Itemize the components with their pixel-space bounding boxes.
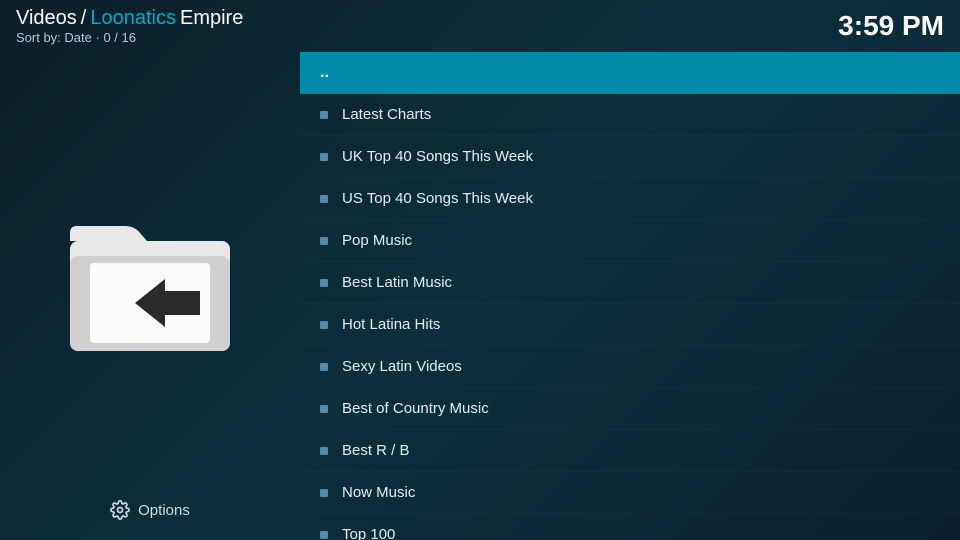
title-loonatics: Loonatics <box>90 7 176 30</box>
options-label: Options <box>138 502 190 519</box>
list-bullet-icon <box>320 489 328 497</box>
title-separator: / <box>81 7 87 30</box>
header-left: Videos / Loonatics Empire Sort by: Date … <box>16 7 243 45</box>
list-bullet-icon <box>320 321 328 329</box>
list-item-label: Top 100 <box>342 526 395 540</box>
list-item-label: Latest Charts <box>342 106 431 123</box>
list-bullet-icon <box>320 279 328 287</box>
list-bullet-icon <box>320 531 328 539</box>
header: Videos / Loonatics Empire Sort by: Date … <box>0 0 960 52</box>
subtitle-count: 0 / 16 <box>103 30 136 45</box>
sidebar: Options <box>0 52 300 540</box>
list-item[interactable]: Sexy Latin Videos <box>300 346 960 388</box>
list-item[interactable]: Hot Latina Hits <box>300 304 960 346</box>
list-item[interactable]: US Top 40 Songs This Week <box>300 178 960 220</box>
list-bullet-icon <box>320 405 328 413</box>
list-item-label: US Top 40 Songs This Week <box>342 190 533 207</box>
list-bullet-icon <box>320 195 328 203</box>
options-bar[interactable]: Options <box>90 500 210 520</box>
list-bullet-icon <box>320 153 328 161</box>
header-title: Videos / Loonatics Empire <box>16 7 243 30</box>
list-item-label: UK Top 40 Songs This Week <box>342 148 533 165</box>
clock: 3:59 PM <box>838 10 944 42</box>
list-item-label: Best R / B <box>342 442 410 459</box>
list-panel[interactable]: .. Latest Charts UK Top 40 Songs This Wee… <box>300 52 960 540</box>
list-item[interactable]: Best Latin Music <box>300 262 960 304</box>
app-container: Videos / Loonatics Empire Sort by: Date … <box>0 0 960 540</box>
list-bullet-icon <box>320 111 328 119</box>
list-item-label: Now Music <box>342 484 415 501</box>
list-item-label: Sexy Latin Videos <box>342 358 462 375</box>
list-item[interactable]: UK Top 40 Songs This Week <box>300 136 960 178</box>
list-item-label: Best of Country Music <box>342 400 489 417</box>
list-item-label: Best Latin Music <box>342 274 452 291</box>
list-item[interactable]: Now Music <box>300 472 960 514</box>
folder-icon <box>65 211 235 361</box>
list-item[interactable]: Pop Music <box>300 220 960 262</box>
folder-icon-container <box>65 72 235 500</box>
list-item[interactable]: Best of Country Music <box>300 388 960 430</box>
main-content: Options .. Latest Charts UK Top 40 Songs … <box>0 52 960 540</box>
subtitle-sort: Sort by: Date <box>16 30 92 45</box>
list-bullet-icon <box>320 363 328 371</box>
list-item[interactable]: Best R / B <box>300 430 960 472</box>
list-item[interactable]: Top 100 <box>300 514 960 540</box>
title-videos: Videos <box>16 7 77 30</box>
list-bullet-icon <box>320 447 328 455</box>
back-item[interactable]: .. <box>300 52 960 94</box>
list-items-container: Latest Charts UK Top 40 Songs This Week US… <box>300 94 960 540</box>
title-empire: Empire <box>180 7 243 30</box>
header-subtitle: Sort by: Date · 0 / 16 <box>16 30 243 45</box>
list-item-label: Hot Latina Hits <box>342 316 440 333</box>
list-item-label: Pop Music <box>342 232 412 249</box>
list-item[interactable]: Latest Charts <box>300 94 960 136</box>
list-bullet-icon <box>320 237 328 245</box>
back-dots: .. <box>320 64 329 82</box>
gear-icon <box>110 500 130 520</box>
